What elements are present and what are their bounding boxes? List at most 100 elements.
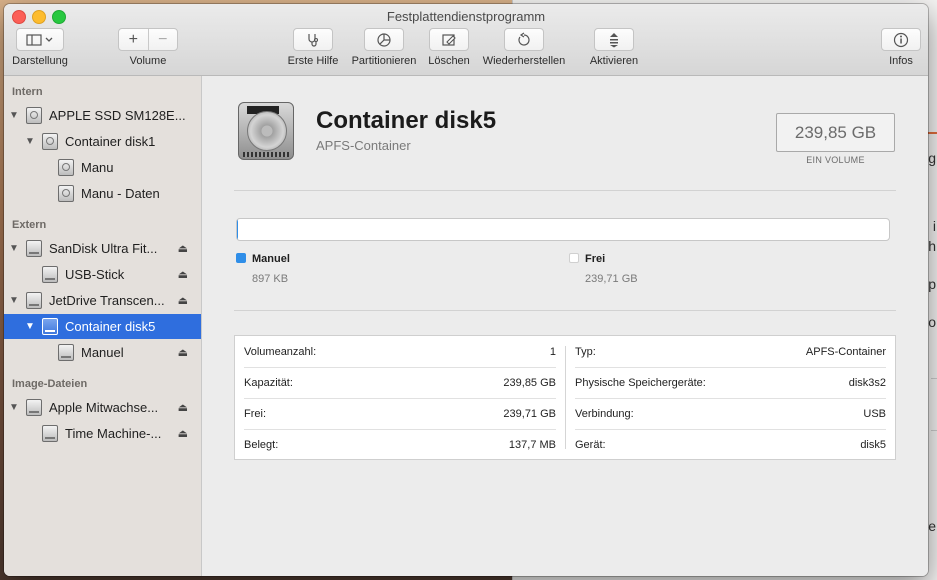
info-key: Volumeanzahl: xyxy=(244,345,317,358)
eject-icon[interactable]: ⏏ xyxy=(178,401,188,414)
divider xyxy=(234,190,896,191)
divider xyxy=(234,310,896,311)
erase-label: Löschen xyxy=(428,55,470,67)
eject-icon[interactable]: ⏏ xyxy=(178,242,188,255)
remove-volume-button[interactable]: − xyxy=(149,31,178,49)
volume-icon xyxy=(58,344,74,361)
partition-button[interactable] xyxy=(364,28,404,51)
volume-icon xyxy=(58,185,74,202)
eject-icon[interactable]: ⏏ xyxy=(178,427,188,440)
info-table: Volumeanzahl: 1 Kapazität: 239,85 GB Fre… xyxy=(234,335,896,460)
usage-bar xyxy=(236,218,890,241)
add-volume-button[interactable]: + xyxy=(119,31,148,49)
info-row: Gerät: disk5 xyxy=(566,429,895,460)
sidebar-item-label: Manu xyxy=(81,160,114,175)
restore-icon xyxy=(518,32,530,46)
background-text: p xyxy=(928,276,936,292)
sidebar-item-label: SanDisk Ultra Fit... xyxy=(49,241,158,256)
info-value: disk5 xyxy=(860,438,886,451)
sidebar-item-manuel[interactable]: Manuel ⏏ xyxy=(4,340,201,365)
legend-swatch-used xyxy=(236,253,246,263)
first-aid-button[interactable] xyxy=(293,28,333,51)
sidebar-item-label: Time Machine-... xyxy=(65,426,162,441)
info-button[interactable] xyxy=(881,28,921,51)
external-disk-icon xyxy=(26,240,42,257)
info-row: Kapazität: 239,85 GB xyxy=(235,367,565,398)
section-header-extern: Extern xyxy=(12,219,47,231)
disk-image-icon xyxy=(26,399,42,416)
info-key: Kapazität: xyxy=(244,376,293,389)
sidebar-item-manu[interactable]: Manu xyxy=(4,155,201,180)
sidebar-item-label: Container disk5 xyxy=(65,319,156,334)
disclosure-triangle[interactable]: ▼ xyxy=(25,321,35,332)
info-icon xyxy=(893,32,909,47)
info-value: 1 xyxy=(549,345,556,358)
view-button[interactable] xyxy=(16,28,64,51)
info-row: Frei: 239,71 GB xyxy=(235,398,565,429)
legend-value-used: 897 KB xyxy=(252,273,289,285)
section-header-intern: Intern xyxy=(12,86,43,98)
toolbar: Festplattendienstprogramm Darstellung + … xyxy=(4,4,928,76)
sidebar-item-apple-ssd[interactable]: ▼ APPLE SSD SM128E... xyxy=(4,103,201,128)
legend-name-used: Manuel xyxy=(252,253,290,265)
eject-icon[interactable]: ⏏ xyxy=(178,346,188,359)
pie-partition-icon xyxy=(377,32,391,47)
disclosure-triangle[interactable]: ▼ xyxy=(9,402,19,413)
external-disk-icon xyxy=(26,292,42,309)
info-row: Volumeanzahl: 1 xyxy=(235,336,565,367)
sidebar-item-apple-mitwachsend[interactable]: ▼ Apple Mitwachse... ⏏ xyxy=(4,395,201,420)
sidebar-item-label: JetDrive Transcen... xyxy=(49,293,165,308)
container-disk-icon xyxy=(42,133,58,150)
background-text: i xyxy=(932,218,936,234)
eject-icon[interactable]: ⏏ xyxy=(178,268,188,281)
disclosure-triangle[interactable]: ▼ xyxy=(9,110,19,121)
sidebar-item-container-disk5[interactable]: ▼ Container disk5 xyxy=(4,314,201,339)
restore-button[interactable] xyxy=(504,28,544,51)
eject-icon[interactable]: ⏏ xyxy=(178,294,188,307)
hard-drive-icon xyxy=(238,102,294,160)
info-value: disk3s2 xyxy=(848,376,886,389)
sidebar-item-usb-stick[interactable]: USB-Stick ⏏ xyxy=(4,262,201,287)
volume-segmented-control: + − xyxy=(118,28,178,51)
sidebar-view-icon xyxy=(26,33,53,46)
info-row: Verbindung: USB xyxy=(566,398,895,429)
window-title: Festplattendienstprogramm xyxy=(386,9,546,24)
partition-label: Partitionieren xyxy=(351,55,417,67)
volume-label: Volume xyxy=(129,55,167,67)
volume-title: Container disk5 xyxy=(316,107,497,134)
info-key: Physische Speichergeräte: xyxy=(575,376,706,389)
mount-label: Aktivieren xyxy=(589,55,639,67)
mount-button[interactable] xyxy=(594,28,634,51)
background-text: e xyxy=(928,518,936,534)
volume-subtitle: APFS-Container xyxy=(316,138,411,153)
sidebar-item-jetdrive[interactable]: ▼ JetDrive Transcen... ⏏ xyxy=(4,288,201,313)
background-text: o xyxy=(928,314,936,330)
info-key: Gerät: xyxy=(575,438,606,451)
sidebar-item-sandisk[interactable]: ▼ SanDisk Ultra Fit... ⏏ xyxy=(4,236,201,261)
info-value: USB xyxy=(863,407,886,420)
mount-icon xyxy=(610,32,618,47)
sidebar-item-manu-daten[interactable]: Manu - Daten xyxy=(4,181,201,206)
internal-disk-icon xyxy=(26,107,42,124)
volume-icon xyxy=(58,159,74,176)
sidebar-item-label: APPLE SSD SM128E... xyxy=(49,108,186,123)
erase-button[interactable] xyxy=(429,28,469,51)
disk-utility-window: Festplattendienstprogramm Darstellung + … xyxy=(4,4,928,576)
disclosure-triangle[interactable]: ▼ xyxy=(9,295,19,306)
erase-icon xyxy=(442,33,456,46)
info-row: Belegt: 137,7 MB xyxy=(235,429,565,460)
info-row: Physische Speichergeräte: disk3s2 xyxy=(566,367,895,398)
sidebar-item-container-disk1[interactable]: ▼ Container disk1 xyxy=(4,129,201,154)
sidebar-item-time-machine[interactable]: Time Machine-... ⏏ xyxy=(4,421,201,446)
info-key: Typ: xyxy=(575,345,596,358)
volume-count-caption: EIN VOLUME xyxy=(806,155,865,165)
sidebar-item-label: USB-Stick xyxy=(65,267,125,282)
info-value: 239,71 GB xyxy=(503,407,556,420)
volume-size-box: 239,85 GB xyxy=(776,113,895,152)
info-value: 137,7 MB xyxy=(508,438,556,451)
disclosure-triangle[interactable]: ▼ xyxy=(9,243,19,254)
sidebar-item-label: Manuel xyxy=(81,345,124,360)
info-value: APFS-Container xyxy=(805,345,886,358)
background-divider xyxy=(931,430,937,431)
disclosure-triangle[interactable]: ▼ xyxy=(25,136,35,147)
